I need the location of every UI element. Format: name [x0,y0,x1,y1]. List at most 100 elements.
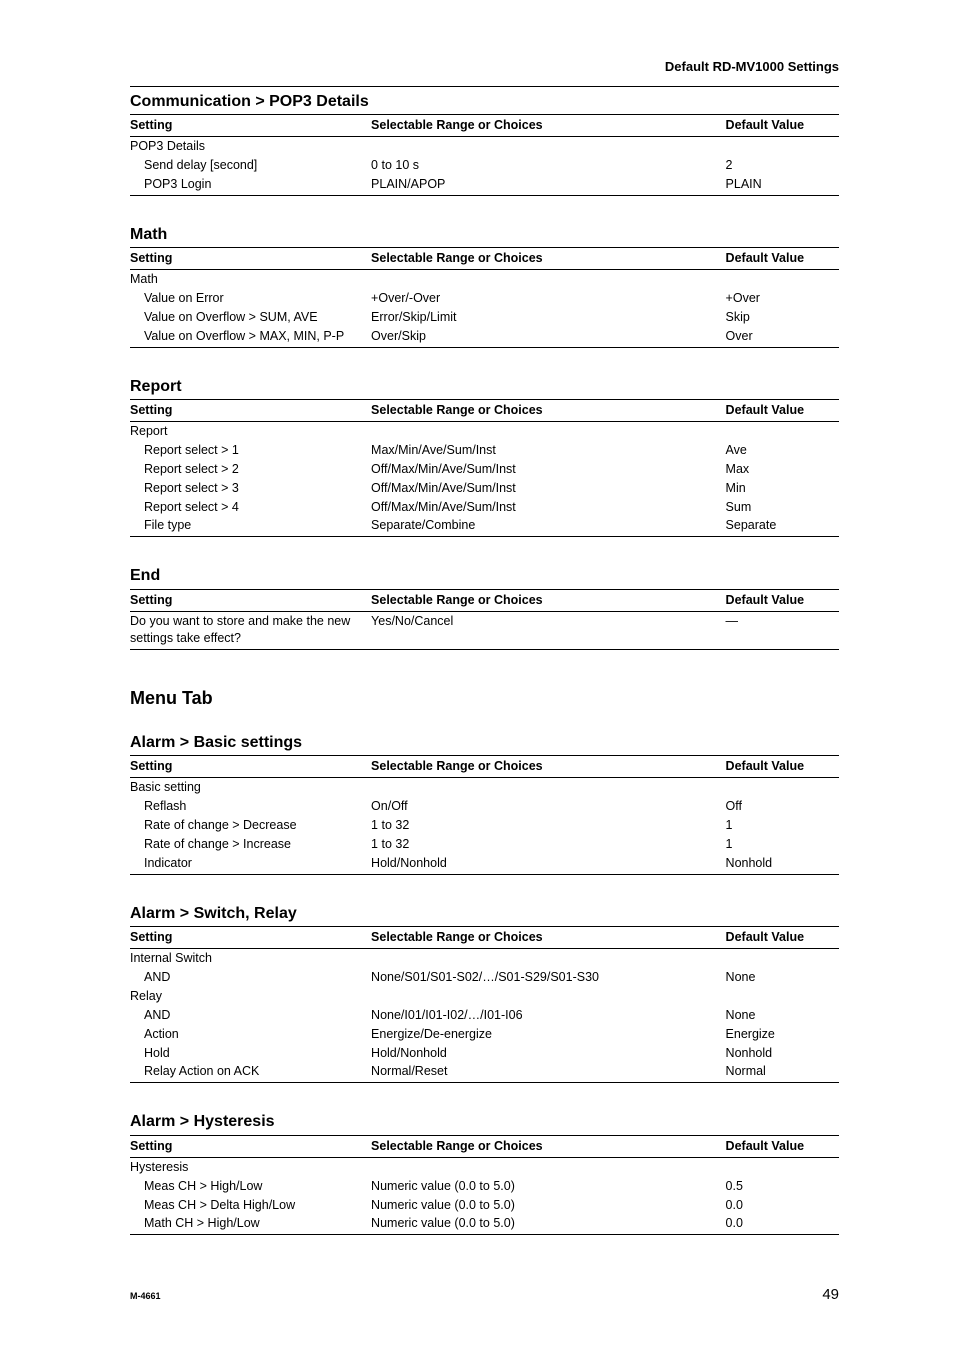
table-row: Relay Action on ACKNormal/ResetNormal [130,1062,839,1082]
cell-setting: Report select > 1 [130,441,371,460]
table-row: Report select > 4Off/Max/Min/Ave/Sum/Ins… [130,498,839,517]
cell-default: None [726,968,839,987]
cell-range: Hold/Nonhold [371,1044,726,1063]
table-row: IndicatorHold/NonholdNonhold [130,854,839,874]
cell-default [726,987,839,1006]
section-title: Alarm > Hysteresis [130,1111,839,1133]
cell-default: 2 [726,156,839,175]
cell-default: 0.0 [726,1196,839,1215]
table-row: Report select > 3Off/Max/Min/Ave/Sum/Ins… [130,479,839,498]
settings-table: SettingSelectable Range or ChoicesDefaul… [130,926,839,1083]
col-header-setting: Setting [130,927,371,949]
cell-setting: Report select > 2 [130,460,371,479]
cell-range: Error/Skip/Limit [371,308,726,327]
table-row: ANDNone/S01/S01-S02/…/S01-S29/S01-S30Non… [130,968,839,987]
cell-range: Over/Skip [371,327,726,347]
cell-setting: Math CH > High/Low [130,1214,371,1234]
cell-setting: Relay [130,987,371,1006]
col-header-setting: Setting [130,589,371,611]
cell-setting: Report [130,422,371,441]
section-title: Report [130,376,839,398]
cell-default: — [726,611,839,649]
col-header-default: Default Value [726,400,839,422]
table-row: Internal Switch [130,949,839,968]
cell-setting: Report select > 3 [130,479,371,498]
table-row: Send delay [second]0 to 10 s2 [130,156,839,175]
col-header-default: Default Value [726,115,839,137]
table-row: ActionEnergize/De-energizeEnergize [130,1025,839,1044]
col-header-setting: Setting [130,756,371,778]
cell-setting: File type [130,516,371,536]
cell-setting: Hysteresis [130,1157,371,1176]
cell-setting: Rate of change > Decrease [130,816,371,835]
table-row: Do you want to store and make the new se… [130,611,839,649]
cell-setting: Relay Action on ACK [130,1062,371,1082]
col-header-range: Selectable Range or Choices [371,927,726,949]
cell-setting: Indicator [130,854,371,874]
cell-setting: Report select > 4 [130,498,371,517]
menu-tab-heading: Menu Tab [130,686,839,710]
cell-default: Energize [726,1025,839,1044]
cell-setting: Value on Error [130,289,371,308]
settings-section: Alarm > Switch, RelaySettingSelectable R… [130,903,839,1084]
cell-range [371,778,726,797]
cell-setting: Hold [130,1044,371,1063]
cell-setting: POP3 Details [130,137,371,156]
cell-range [371,137,726,156]
table-row: HoldHold/NonholdNonhold [130,1044,839,1063]
table-row: Math [130,270,839,289]
table-row: Hysteresis [130,1157,839,1176]
table-row: Meas CH > High/LowNumeric value (0.0 to … [130,1177,839,1196]
cell-default: Nonhold [726,1044,839,1063]
cell-default: Sum [726,498,839,517]
cell-setting: Do you want to store and make the new se… [130,611,371,649]
cell-range: Numeric value (0.0 to 5.0) [371,1214,726,1234]
section-title: Math [130,224,839,246]
cell-setting: Send delay [second] [130,156,371,175]
cell-range: 0 to 10 s [371,156,726,175]
cell-range: PLAIN/APOP [371,175,726,195]
running-header: Default RD-MV1000 Settings [130,58,839,76]
col-header-range: Selectable Range or Choices [371,589,726,611]
cell-default [726,422,839,441]
cell-setting: Meas CH > Delta High/Low [130,1196,371,1215]
cell-setting: AND [130,1006,371,1025]
cell-range: Off/Max/Min/Ave/Sum/Inst [371,498,726,517]
cell-range: None/S01/S01-S02/…/S01-S29/S01-S30 [371,968,726,987]
cell-range [371,422,726,441]
table-row: Basic setting [130,778,839,797]
cell-setting: Action [130,1025,371,1044]
table-row: Value on Overflow > SUM, AVEError/Skip/L… [130,308,839,327]
cell-default: Off [726,797,839,816]
cell-default: Separate [726,516,839,536]
col-header-range: Selectable Range or Choices [371,400,726,422]
cell-setting: Value on Overflow > SUM, AVE [130,308,371,327]
table-row: Value on Error+Over/-Over+Over [130,289,839,308]
cell-default: 1 [726,835,839,854]
cell-setting: Internal Switch [130,949,371,968]
cell-range [371,1157,726,1176]
cell-default: None [726,1006,839,1025]
table-row: Rate of change > Increase1 to 321 [130,835,839,854]
settings-table: SettingSelectable Range or ChoicesDefaul… [130,1135,839,1235]
cell-range: Numeric value (0.0 to 5.0) [371,1177,726,1196]
cell-setting: Meas CH > High/Low [130,1177,371,1196]
cell-range: Normal/Reset [371,1062,726,1082]
cell-range: Max/Min/Ave/Sum/Inst [371,441,726,460]
settings-section: Alarm > HysteresisSettingSelectable Rang… [130,1111,839,1235]
cell-range: Hold/Nonhold [371,854,726,874]
col-header-range: Selectable Range or Choices [371,115,726,137]
settings-section: EndSettingSelectable Range or ChoicesDef… [130,565,839,649]
col-header-setting: Setting [130,400,371,422]
col-header-range: Selectable Range or Choices [371,248,726,270]
cell-setting: Value on Overflow > MAX, MIN, P-P [130,327,371,347]
cell-default: Over [726,327,839,347]
table-row: Report select > 2Off/Max/Min/Ave/Sum/Ins… [130,460,839,479]
col-header-setting: Setting [130,115,371,137]
settings-table: SettingSelectable Range or ChoicesDefaul… [130,114,839,196]
settings-section: Alarm > Basic settingsSettingSelectable … [130,732,839,875]
cell-default [726,949,839,968]
cell-range: Off/Max/Min/Ave/Sum/Inst [371,460,726,479]
cell-range: None/I01/I01-I02/…/I01-I06 [371,1006,726,1025]
cell-range: Separate/Combine [371,516,726,536]
